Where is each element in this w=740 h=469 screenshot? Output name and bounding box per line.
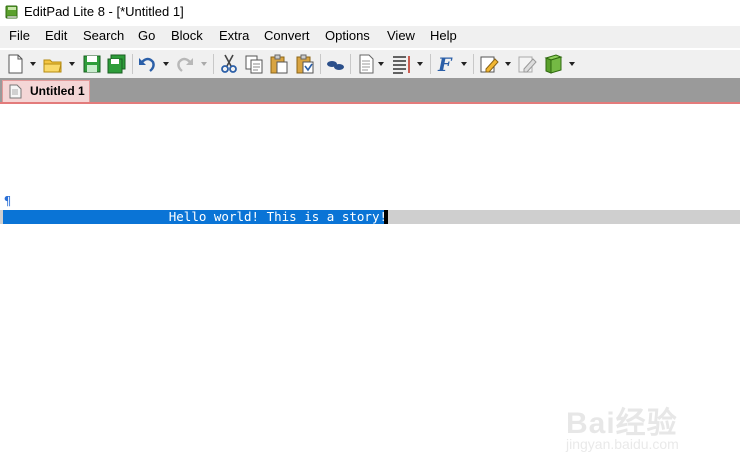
document-icon[interactable] bbox=[355, 53, 377, 75]
save-icon[interactable] bbox=[81, 53, 103, 75]
copy-icon[interactable] bbox=[243, 53, 265, 75]
redo-icon[interactable] bbox=[174, 53, 196, 75]
undo-icon[interactable] bbox=[136, 53, 158, 75]
toolbar-separator bbox=[473, 54, 474, 74]
window-title: EditPad Lite 8 - [*Untitled 1] bbox=[24, 4, 184, 19]
edit-icon[interactable] bbox=[478, 53, 500, 75]
word-wrap-icon[interactable] bbox=[390, 53, 412, 75]
book-icon[interactable] bbox=[542, 53, 564, 75]
new-file-icon[interactable] bbox=[4, 53, 26, 75]
watermark-url: jingyan.baidu.com bbox=[566, 436, 679, 452]
menu-help[interactable]: Help bbox=[430, 28, 457, 43]
menu-search[interactable]: Search bbox=[83, 28, 124, 43]
menu-bar: File Edit Search Go Block Extra Convert … bbox=[0, 26, 740, 48]
redo-dropdown-arrow[interactable] bbox=[201, 62, 207, 66]
menu-convert[interactable]: Convert bbox=[264, 28, 310, 43]
menu-extra[interactable]: Extra bbox=[219, 28, 249, 43]
menu-block[interactable]: Block bbox=[171, 28, 203, 43]
tab-strip bbox=[0, 78, 740, 102]
clipboard-icon[interactable] bbox=[324, 53, 346, 75]
menu-go[interactable]: Go bbox=[138, 28, 155, 43]
toolbar: F bbox=[0, 50, 740, 78]
editpad-app-icon bbox=[4, 4, 20, 20]
new-dropdown-arrow[interactable] bbox=[30, 62, 36, 66]
document-tab-icon bbox=[9, 84, 22, 104]
paragraph-mark: ¶ bbox=[4, 194, 12, 208]
tools-icon[interactable] bbox=[516, 53, 538, 75]
font-dropdown-arrow[interactable] bbox=[461, 62, 467, 66]
toolbar-separator bbox=[213, 54, 214, 74]
save-all-icon[interactable] bbox=[106, 53, 128, 75]
toolbar-separator bbox=[320, 54, 321, 74]
svg-text:F: F bbox=[437, 54, 453, 75]
paste-special-icon[interactable] bbox=[294, 53, 316, 75]
watermark: Bai经验 jingyan.baidu.com bbox=[562, 398, 732, 458]
menu-edit[interactable]: Edit bbox=[45, 28, 67, 43]
word-wrap-dropdown-arrow[interactable] bbox=[417, 62, 423, 66]
cut-icon[interactable] bbox=[218, 53, 240, 75]
menu-options[interactable]: Options bbox=[325, 28, 370, 43]
paste-icon[interactable] bbox=[268, 53, 290, 75]
menu-file[interactable]: File bbox=[9, 28, 30, 43]
menu-view[interactable]: View bbox=[387, 28, 415, 43]
open-icon[interactable] bbox=[42, 53, 64, 75]
tab-label: Untitled 1 bbox=[30, 84, 85, 98]
title-bar: EditPad Lite 8 - [*Untitled 1] bbox=[0, 0, 740, 24]
toolbar-separator bbox=[430, 54, 431, 74]
font-icon[interactable]: F bbox=[435, 53, 457, 75]
toolbar-separator bbox=[350, 54, 351, 74]
tab-untitled-1[interactable]: Untitled 1 bbox=[2, 80, 90, 102]
open-dropdown-arrow[interactable] bbox=[69, 62, 75, 66]
edit-dropdown-arrow[interactable] bbox=[505, 62, 511, 66]
document-dropdown-arrow[interactable] bbox=[378, 62, 384, 66]
editor-text-line[interactable]: Hello world! This is a story! bbox=[3, 210, 387, 224]
toolbar-separator bbox=[132, 54, 133, 74]
undo-dropdown-arrow[interactable] bbox=[163, 62, 169, 66]
book-dropdown-arrow[interactable] bbox=[569, 62, 575, 66]
